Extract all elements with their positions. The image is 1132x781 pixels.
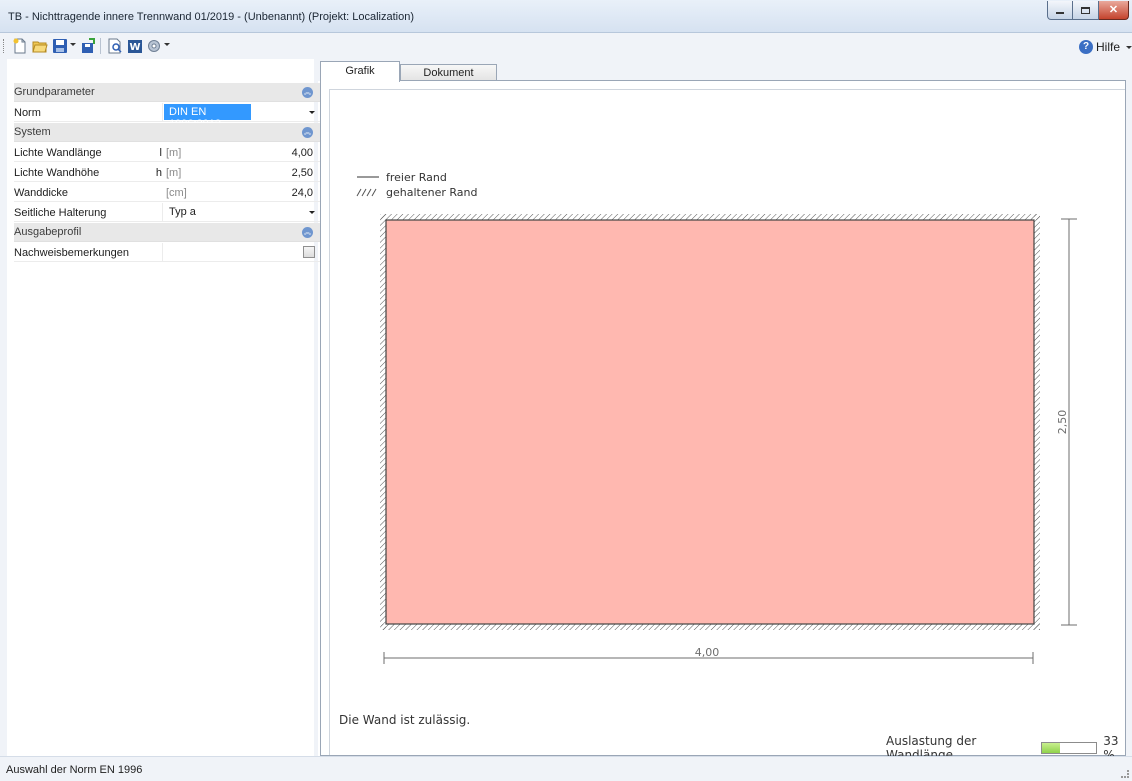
resize-grip-icon[interactable] bbox=[1121, 770, 1129, 778]
wall-drawing: freier Rand gehaltener Rand 4,00 2,50 bbox=[356, 171, 1077, 664]
top-edge-hatch bbox=[381, 214, 1040, 220]
width-dimension-label: 4,00 bbox=[695, 646, 720, 659]
bottom-edge-hatch bbox=[381, 624, 1040, 630]
left-edge-hatch bbox=[380, 214, 386, 630]
status-text: Auswahl der Norm EN 1996 bbox=[6, 764, 143, 776]
legend-held-label: gehaltener Rand bbox=[386, 186, 477, 199]
status-bar: Auswahl der Norm EN 1996 bbox=[0, 756, 1132, 781]
height-dimension-label: 2,50 bbox=[1056, 410, 1069, 435]
legend-held-edge-hatch bbox=[356, 188, 377, 197]
usage-progress-bar bbox=[1040, 742, 1098, 754]
right-edge-hatch bbox=[1034, 214, 1040, 630]
legend-free-label: freier Rand bbox=[386, 171, 447, 184]
tab-grafik[interactable]: Grafik bbox=[320, 61, 400, 82]
result-message: Die Wand ist zulässig. bbox=[339, 713, 471, 727]
wall-rectangle bbox=[385, 219, 1035, 625]
